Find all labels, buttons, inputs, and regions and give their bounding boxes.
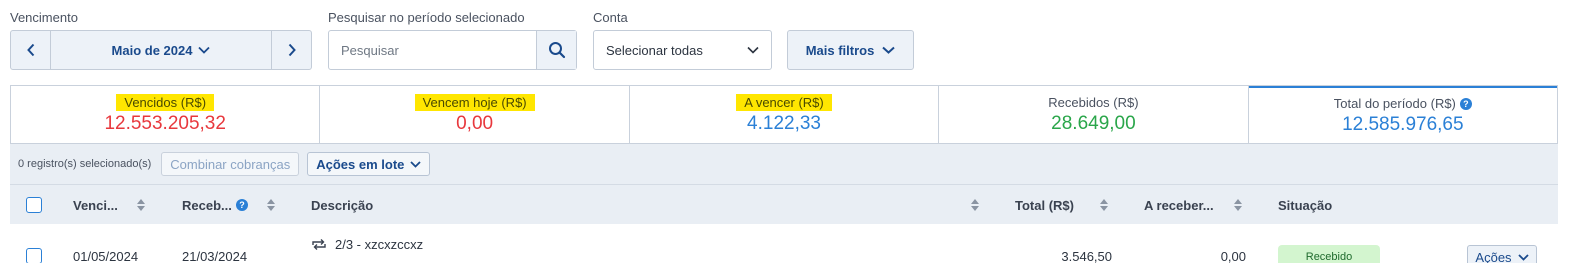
summary-title: Recebidos (R$) xyxy=(1048,95,1139,110)
chevron-right-icon xyxy=(288,43,296,57)
batch-toolbar: 0 registro(s) selecionado(s) Combinar co… xyxy=(10,144,1558,184)
status-badge: Recebido xyxy=(1278,245,1380,263)
select-all-cell xyxy=(26,185,42,225)
row-due-date: 01/05/2024 xyxy=(73,249,139,263)
summary-title: A vencer (R$) xyxy=(736,94,832,111)
row-total: 3.546,50 xyxy=(1061,249,1112,263)
chevron-down-icon xyxy=(882,46,895,54)
account-value: Selecionar todas xyxy=(606,42,703,58)
recurrence-icon xyxy=(312,239,326,250)
table-row[interactable]: 01/05/2024 21/03/2024 2/3 - xzcxzccxz 3.… xyxy=(10,224,1558,263)
summary-card-due-today[interactable]: Vencem hoje (R$) 0,00 xyxy=(320,86,630,143)
column-header-total[interactable]: Total (R$) xyxy=(1015,185,1074,225)
chevron-down-icon xyxy=(747,46,759,54)
summary-value: 12.553.205,32 xyxy=(104,113,226,134)
row-actions-button[interactable]: Ações xyxy=(1467,245,1537,263)
account-select[interactable]: Selecionar todas xyxy=(593,30,772,70)
row-received-date: 21/03/2024 xyxy=(182,249,248,263)
column-header-status[interactable]: Situação xyxy=(1278,185,1332,225)
chevron-down-icon xyxy=(410,160,422,168)
sort-icon[interactable] xyxy=(136,198,146,212)
table-header: Venci... Receb... ? Descrição Total (R$)… xyxy=(10,184,1558,224)
month-selector[interactable]: Maio de 2024 xyxy=(51,31,271,69)
sort-icon[interactable] xyxy=(970,198,980,212)
summary-card-upcoming[interactable]: A vencer (R$) 4.122,33 xyxy=(630,86,940,143)
combine-charges-button[interactable]: Combinar cobranças xyxy=(161,152,300,176)
summary-value: 4.122,33 xyxy=(747,113,821,134)
summary-title: Total do período (R$) xyxy=(1333,96,1456,111)
month-navigator: Maio de 2024 xyxy=(10,30,312,70)
help-icon[interactable]: ? xyxy=(1459,97,1472,110)
sort-icon[interactable] xyxy=(1099,198,1109,212)
batch-actions-label: Ações em lote xyxy=(316,156,405,172)
row-actions-label: Ações xyxy=(1475,249,1512,263)
batch-actions-button[interactable]: Ações em lote xyxy=(307,152,431,176)
summary-card-overdue[interactable]: Vencidos (R$) 12.553.205,32 xyxy=(11,86,321,143)
row-description[interactable]: 2/3 - xzcxzccxz xyxy=(335,237,423,252)
combine-charges-label: Combinar cobranças xyxy=(170,156,291,172)
summary-title: Vencidos (R$) xyxy=(116,94,215,111)
account-label: Conta xyxy=(593,10,628,25)
sort-icon[interactable] xyxy=(266,198,276,212)
summary-title-wrapper: Total do período (R$) ? xyxy=(1326,95,1480,112)
search-button[interactable] xyxy=(536,31,576,69)
column-header-description[interactable]: Descrição xyxy=(311,185,373,225)
sort-icon[interactable] xyxy=(1233,198,1243,212)
summary-value: 12.585.976,65 xyxy=(1342,114,1464,135)
summary-value: 28.649,00 xyxy=(1051,113,1136,134)
row-to-receive: 0,00 xyxy=(1220,249,1246,263)
previous-month-button[interactable] xyxy=(11,31,51,69)
row-checkbox[interactable] xyxy=(26,248,42,263)
next-month-button[interactable] xyxy=(271,31,311,69)
search-label: Pesquisar no período selecionado xyxy=(328,10,525,25)
summary-card-received[interactable]: Recebidos (R$) 28.649,00 xyxy=(939,86,1249,143)
selected-count: 0 registro(s) selecionado(s) xyxy=(18,158,152,170)
period-summary: Vencidos (R$) 12.553.205,32 Vencem hoje … xyxy=(10,85,1558,144)
column-header-due[interactable]: Venci... xyxy=(73,185,118,225)
column-header-received[interactable]: Receb... xyxy=(182,185,232,225)
chevron-down-icon xyxy=(198,46,211,54)
chevron-down-icon xyxy=(1517,253,1529,261)
month-value: Maio de 2024 xyxy=(111,42,193,58)
select-all-checkbox[interactable] xyxy=(26,197,42,213)
search-input[interactable] xyxy=(329,31,536,69)
due-filter-label: Vencimento xyxy=(10,10,78,25)
chevron-left-icon xyxy=(26,43,34,57)
more-filters-button[interactable]: Mais filtros xyxy=(787,30,914,70)
summary-title: Vencem hoje (R$) xyxy=(414,94,535,111)
summary-value: 0,00 xyxy=(456,113,494,134)
help-icon[interactable]: ? xyxy=(236,199,248,211)
search-box xyxy=(328,30,577,70)
summary-card-period-total[interactable]: Total do período (R$) ? 12.585.976,65 xyxy=(1248,86,1558,143)
more-filters-label: Mais filtros xyxy=(805,42,875,58)
search-icon xyxy=(548,42,565,59)
column-header-to-receive[interactable]: A receber... xyxy=(1144,185,1214,225)
